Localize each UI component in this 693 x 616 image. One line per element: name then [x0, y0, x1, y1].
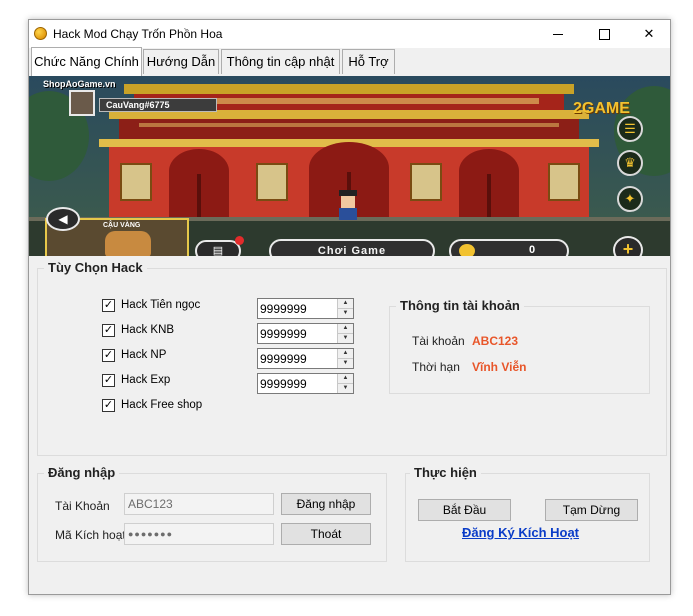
stepper-value: 9999999	[260, 377, 307, 391]
option-label: Hack NP	[121, 349, 167, 361]
checkbox-icon[interactable]: ✓	[102, 324, 115, 337]
account-label: Tài khoản	[412, 334, 465, 348]
player-name-badge: CauVang#6775	[99, 98, 217, 112]
stepper-buttons: ▲ ▼	[337, 324, 353, 343]
login-button[interactable]: Đăng nhập	[281, 493, 371, 515]
player-avatar[interactable]	[69, 90, 95, 116]
stepper-down-icon[interactable]: ▼	[338, 384, 353, 393]
coin-counter: 0	[449, 239, 569, 256]
stepper-up-icon[interactable]: ▲	[338, 349, 353, 359]
brand-logo: 2GAME	[573, 100, 630, 117]
login-account-label: Tài Khoản	[55, 499, 110, 513]
banner-watermark: ShopAoGame.vn	[43, 79, 116, 89]
exit-button[interactable]: Thoát	[281, 523, 371, 545]
book-icon[interactable]: ▤	[195, 240, 241, 256]
tab-support[interactable]: Hỗ Trợ	[342, 49, 395, 74]
knb-stepper[interactable]: 9999999 ▲ ▼	[257, 323, 354, 344]
stepper-value: 9999999	[260, 302, 307, 316]
close-button[interactable]: ✕	[626, 20, 672, 48]
duration-label: Thời hạn	[412, 360, 460, 374]
activation-code-field[interactable]: ●●●●●●●	[124, 523, 274, 545]
tab-update-info[interactable]: Thông tin cập nhật	[221, 49, 340, 74]
account-value: ABC123	[472, 334, 519, 348]
hack-options-title: Tùy Chọn Hack	[44, 260, 147, 275]
tab-guide[interactable]: Hướng Dẫn	[143, 49, 219, 74]
app-window: Hack Mod Chạy Trốn Phồn Hoa ✕ Chức Năng …	[28, 19, 671, 595]
checkbox-icon[interactable]: ✓	[102, 399, 115, 412]
gift-icon[interactable]: ✦	[617, 186, 643, 212]
account-info-title: Thông tin tài khoản	[396, 298, 524, 313]
minimize-icon	[553, 34, 563, 36]
minimize-button[interactable]	[535, 20, 581, 48]
title-bar[interactable]: Hack Mod Chạy Trốn Phồn Hoa ✕	[29, 20, 670, 48]
start-button[interactable]: Bắt Đầu	[418, 499, 511, 521]
coin-icon	[459, 244, 475, 256]
login-account-field[interactable]: ABC123	[124, 493, 274, 515]
actions-title: Thực hiện	[410, 465, 481, 480]
exp-stepper[interactable]: 9999999 ▲ ▼	[257, 373, 354, 394]
dog-icon	[105, 231, 151, 256]
register-activation-link[interactable]: Đăng Ký Kích Hoạt	[462, 525, 579, 540]
account-info-group: Thông tin tài khoản Tài khoản ABC123 Thờ…	[389, 298, 650, 394]
tab-main-functions[interactable]: Chức Năng Chính	[31, 47, 142, 76]
stepper-down-icon[interactable]: ▼	[338, 334, 353, 343]
actions-group: Thực hiện Bắt Đầu Tạm Dừng Đăng Ký Kích …	[405, 465, 650, 562]
activation-code-label: Mã Kích hoạt	[55, 528, 126, 542]
left-arrow-icon[interactable]: ◀	[46, 207, 80, 231]
checkbox-icon[interactable]: ✓	[102, 374, 115, 387]
stepper-buttons: ▲ ▼	[337, 374, 353, 393]
login-group: Đăng nhập Tài Khoản ABC123 Đăng nhập Mã …	[37, 465, 387, 562]
option-label: Hack Free shop	[121, 399, 203, 411]
play-game-button[interactable]: Chơi Game	[269, 239, 435, 256]
stepper-up-icon[interactable]: ▲	[338, 299, 353, 309]
option-label: Hack KNB	[121, 324, 175, 336]
np-stepper[interactable]: 9999999 ▲ ▼	[257, 348, 354, 369]
stepper-up-icon[interactable]: ▲	[338, 374, 353, 384]
window-title: Hack Mod Chạy Trốn Phồn Hoa	[53, 27, 223, 41]
hack-options-group: Tùy Chọn Hack ✓ Hack Tiên ngọc ✓ Hack KN…	[37, 260, 667, 456]
tien-ngoc-stepper[interactable]: 9999999 ▲ ▼	[257, 298, 354, 319]
app-coin-icon	[34, 27, 47, 40]
stepper-buttons: ▲ ▼	[337, 299, 353, 318]
stepper-down-icon[interactable]: ▼	[338, 359, 353, 368]
stepper-value: 9999999	[260, 352, 307, 366]
stepper-buttons: ▲ ▼	[337, 349, 353, 368]
pet-name: CẬU VÀNG	[103, 222, 141, 229]
option-label: Hack Tiên ngọc	[121, 299, 201, 311]
pause-button[interactable]: Tạm Dừng	[545, 499, 638, 521]
maximize-icon	[598, 29, 610, 41]
stepper-up-icon[interactable]: ▲	[338, 324, 353, 334]
stepper-value: 9999999	[260, 327, 307, 341]
maximize-button[interactable]	[581, 20, 627, 48]
login-title: Đăng nhập	[44, 465, 120, 480]
checkbox-icon[interactable]: ✓	[102, 299, 115, 312]
menu-icon[interactable]: ☰	[617, 116, 643, 142]
checkbox-icon[interactable]: ✓	[102, 349, 115, 362]
option-label: Hack Exp	[121, 374, 171, 386]
game-banner-image: ShopAoGame.vn CauVang#6775 2GAME ☰ ♛ ✦ C…	[29, 76, 670, 256]
notification-dot	[235, 236, 244, 245]
stepper-down-icon[interactable]: ▼	[338, 309, 353, 318]
coin-count: 0	[529, 244, 536, 256]
duration-value: Vĩnh Viễn	[472, 360, 527, 374]
close-icon: ✕	[643, 26, 655, 41]
trophy-icon[interactable]: ♛	[617, 150, 643, 176]
